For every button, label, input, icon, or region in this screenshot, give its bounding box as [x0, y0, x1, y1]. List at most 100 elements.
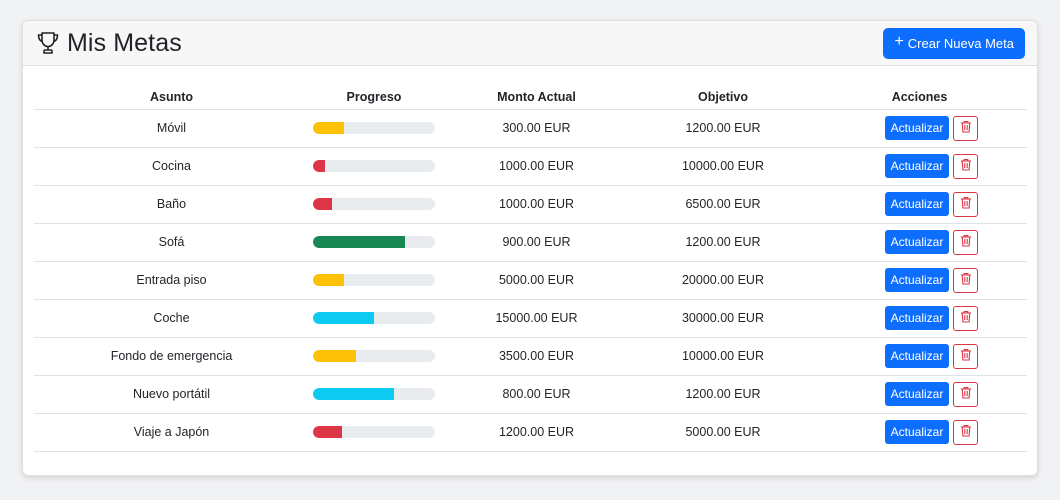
progress-bar [313, 122, 435, 134]
goal-subject: Nuevo portátil [34, 375, 309, 414]
trash-icon [960, 120, 972, 136]
goal-target-amount: 20000.00 EUR [634, 261, 812, 300]
update-goal-button[interactable]: Actualizar [884, 116, 950, 140]
goal-actions-cell: Actualizar [812, 185, 1027, 224]
update-goal-button[interactable]: Actualizar [884, 344, 950, 368]
column-header-asunto: Asunto [34, 85, 309, 110]
progress-fill [313, 198, 332, 210]
goal-progress-cell [309, 109, 439, 148]
table-row: Sofá 900.00 EUR 1200.00 EUR Actualizar [34, 223, 1027, 262]
trash-icon [960, 310, 972, 326]
title-wrap: Mis Metas [35, 29, 182, 58]
progress-bar [313, 160, 435, 172]
trash-icon [960, 348, 972, 364]
progress-bar [313, 312, 435, 324]
goal-actions-cell: Actualizar [812, 375, 1027, 414]
table-row: Viaje a Japón 1200.00 EUR 5000.00 EUR Ac… [34, 413, 1027, 452]
update-goal-button[interactable]: Actualizar [884, 306, 950, 330]
column-header-progreso: Progreso [309, 85, 439, 110]
progress-fill [313, 426, 343, 438]
goal-subject: Viaje a Japón [34, 413, 309, 452]
goal-progress-cell [309, 337, 439, 376]
progress-fill [313, 274, 344, 286]
page-title: Mis Metas [67, 28, 182, 57]
goal-current-amount: 5000.00 EUR [439, 261, 634, 300]
update-goal-button[interactable]: Actualizar [884, 420, 950, 444]
trophy-icon [35, 30, 61, 56]
table-row: Entrada piso 5000.00 EUR 20000.00 EUR Ac… [34, 261, 1027, 300]
table-header-row: Asunto Progreso Monto Actual Objetivo Ac… [34, 85, 1027, 110]
row-actions: Actualizar [884, 343, 979, 369]
goal-actions-cell: Actualizar [812, 337, 1027, 376]
create-goal-button[interactable]: + Crear Nueva Meta [883, 27, 1025, 59]
goal-target-amount: 1200.00 EUR [634, 223, 812, 262]
row-actions: Actualizar [884, 115, 979, 141]
trash-icon [960, 424, 972, 440]
column-header-acciones: Acciones [812, 85, 1027, 110]
goal-subject: Entrada piso [34, 261, 309, 300]
goal-progress-cell [309, 185, 439, 224]
update-goal-button[interactable]: Actualizar [884, 230, 950, 254]
progress-bar [313, 426, 435, 438]
plus-icon: + [894, 33, 904, 50]
delete-goal-button[interactable] [953, 191, 979, 217]
goal-current-amount: 800.00 EUR [439, 375, 634, 414]
delete-goal-button[interactable] [953, 381, 979, 407]
goal-target-amount: 6500.00 EUR [634, 185, 812, 224]
goal-target-amount: 5000.00 EUR [634, 413, 812, 452]
goal-target-amount: 30000.00 EUR [634, 299, 812, 338]
progress-bar [313, 236, 435, 248]
row-actions: Actualizar [884, 191, 979, 217]
goal-actions-cell: Actualizar [812, 299, 1027, 338]
progress-fill [313, 388, 395, 400]
goal-target-amount: 10000.00 EUR [634, 147, 812, 186]
goal-current-amount: 300.00 EUR [439, 109, 634, 148]
goal-progress-cell [309, 261, 439, 300]
goal-current-amount: 1000.00 EUR [439, 147, 634, 186]
table-row: Fondo de emergencia 3500.00 EUR 10000.00… [34, 337, 1027, 376]
goal-current-amount: 1200.00 EUR [439, 413, 634, 452]
delete-goal-button[interactable] [953, 343, 979, 369]
goal-actions-cell: Actualizar [812, 109, 1027, 148]
goal-progress-cell [309, 299, 439, 338]
goal-subject: Sofá [34, 223, 309, 262]
goal-target-amount: 1200.00 EUR [634, 375, 812, 414]
trash-icon [960, 158, 972, 174]
goal-subject: Cocina [34, 147, 309, 186]
delete-goal-button[interactable] [953, 305, 979, 331]
progress-fill [313, 122, 344, 134]
table-row: Móvil 300.00 EUR 1200.00 EUR Actualizar [34, 109, 1027, 148]
update-goal-button[interactable]: Actualizar [884, 154, 950, 178]
goal-current-amount: 1000.00 EUR [439, 185, 634, 224]
delete-goal-button[interactable] [953, 153, 979, 179]
goal-target-amount: 10000.00 EUR [634, 337, 812, 376]
goal-current-amount: 900.00 EUR [439, 223, 634, 262]
goal-actions-cell: Actualizar [812, 147, 1027, 186]
table-row: Cocina 1000.00 EUR 10000.00 EUR Actualiz… [34, 147, 1027, 186]
update-goal-button[interactable]: Actualizar [884, 192, 950, 216]
goals-card: Mis Metas + Crear Nueva Meta Asunto Prog… [22, 20, 1038, 476]
delete-goal-button[interactable] [953, 267, 979, 293]
progress-fill [313, 312, 374, 324]
goals-table-body: Móvil 300.00 EUR 1200.00 EUR Actualizar [34, 109, 1027, 452]
progress-bar [313, 350, 435, 362]
row-actions: Actualizar [884, 419, 979, 445]
card-header: Mis Metas + Crear Nueva Meta [23, 21, 1037, 66]
update-goal-button[interactable]: Actualizar [884, 382, 950, 406]
progress-bar [313, 198, 435, 210]
update-goal-button[interactable]: Actualizar [884, 268, 950, 292]
progress-fill [313, 236, 405, 248]
goals-table: Asunto Progreso Monto Actual Objetivo Ac… [34, 85, 1027, 452]
goal-progress-cell [309, 223, 439, 262]
progress-fill [313, 350, 356, 362]
delete-goal-button[interactable] [953, 115, 979, 141]
goal-current-amount: 15000.00 EUR [439, 299, 634, 338]
row-actions: Actualizar [884, 229, 979, 255]
goal-actions-cell: Actualizar [812, 223, 1027, 262]
progress-fill [313, 160, 326, 172]
delete-goal-button[interactable] [953, 419, 979, 445]
delete-goal-button[interactable] [953, 229, 979, 255]
goal-subject: Fondo de emergencia [34, 337, 309, 376]
row-actions: Actualizar [884, 267, 979, 293]
goal-actions-cell: Actualizar [812, 261, 1027, 300]
